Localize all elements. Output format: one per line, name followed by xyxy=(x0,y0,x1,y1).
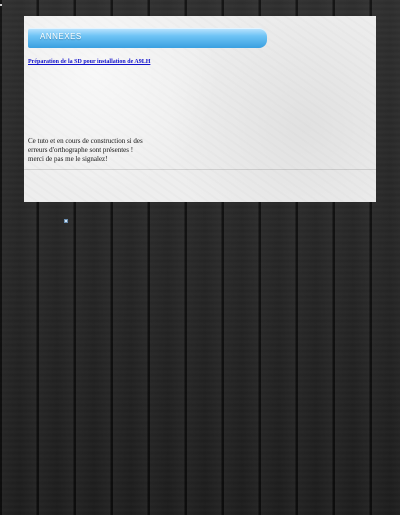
panel-divider xyxy=(24,169,376,170)
notice-line: merci de pas me le signalez! xyxy=(28,155,108,163)
content-panel: ANNEXES Préparation de la SD pour instal… xyxy=(24,16,376,202)
corner-dot-icon xyxy=(0,4,2,6)
construction-notice: Ce tuto et en cours de construction si d… xyxy=(28,137,168,164)
notice-line: erreurs d'orthographe sont présentes ! xyxy=(28,146,134,154)
sd-preparation-link[interactable]: Préparation de la SD pour installation d… xyxy=(28,59,150,65)
section-header-title: ANNEXES xyxy=(40,32,82,41)
section-header-bar: ANNEXES xyxy=(28,28,267,48)
notice-line: Ce tuto et en cours de construction si d… xyxy=(28,137,143,145)
small-image-icon[interactable] xyxy=(64,219,68,223)
